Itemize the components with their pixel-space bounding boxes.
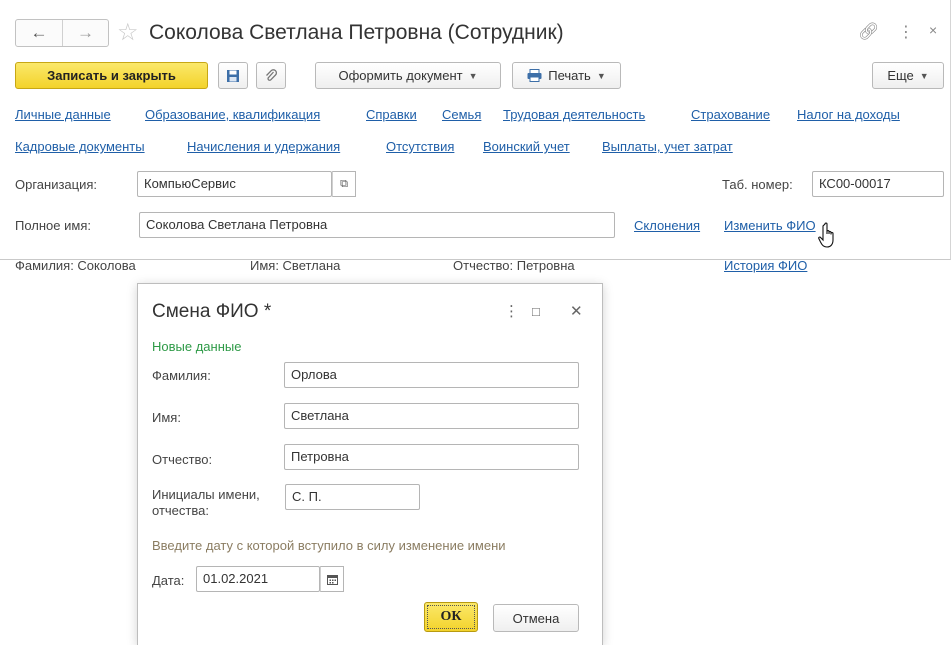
favorite-star-icon[interactable]: ☆ xyxy=(117,19,139,47)
create-document-button[interactable]: Оформить документ ▼ xyxy=(315,62,501,89)
back-arrow-icon[interactable]: ← xyxy=(16,20,62,46)
link-personal-data[interactable]: Личные данные xyxy=(15,107,111,122)
save-button[interactable] xyxy=(218,62,248,89)
date-field[interactable]: 01.02.2021 xyxy=(196,566,320,592)
change-fio-link[interactable]: Изменить ФИО xyxy=(724,218,816,233)
patronymic-label: Отчество: xyxy=(152,452,213,467)
surname-text: Фамилия: Соколова xyxy=(15,258,136,273)
save-icon xyxy=(227,69,239,82)
link-income-tax[interactable]: Налог на доходы xyxy=(797,107,900,122)
printer-icon xyxy=(527,69,542,82)
initials-label-line1: Инициалы имени, xyxy=(152,487,260,502)
link-work-activity[interactable]: Трудовая деятельность xyxy=(503,107,645,122)
print-button[interactable]: Печать ▼ xyxy=(512,62,621,89)
change-fio-dialog: Смена ФИО * ⋮ □ ✕ Новые данные Фамилия: … xyxy=(137,283,603,645)
initials-label-line2: отчества: xyxy=(152,503,209,518)
print-label: Печать xyxy=(548,68,591,83)
surname-field[interactable]: Орлова xyxy=(284,362,579,388)
calendar-button[interactable] xyxy=(320,566,344,592)
more-label: Еще xyxy=(887,68,914,83)
more-vertical-icon[interactable]: ⋮ xyxy=(898,22,914,42)
open-icon[interactable]: ⧉ xyxy=(332,171,356,197)
link-education[interactable]: Образование, квалификация xyxy=(145,107,320,122)
organization-field[interactable]: КомпьюСервис xyxy=(137,171,332,197)
attach-button[interactable] xyxy=(256,62,286,89)
close-icon[interactable]: ✕ xyxy=(570,302,583,320)
dialog-title: Смена ФИО * xyxy=(152,301,272,322)
date-label: Дата: xyxy=(152,573,185,588)
cancel-button[interactable]: Отмена xyxy=(493,604,579,632)
link-icon[interactable]: 🔗︎ xyxy=(858,22,880,42)
patronymic-field[interactable]: Петровна xyxy=(284,444,579,470)
chevron-down-icon: ▼ xyxy=(919,70,929,81)
link-military[interactable]: Воинский учет xyxy=(483,139,570,154)
patronymic-text: Отчество: Петровна xyxy=(453,258,575,273)
forward-arrow-icon[interactable]: → xyxy=(62,20,108,46)
link-insurance[interactable]: Страхование xyxy=(691,107,770,122)
link-absences[interactable]: Отсутствия xyxy=(386,139,454,154)
tab-number-field[interactable]: КС00-00017 xyxy=(812,171,944,197)
link-accruals[interactable]: Начисления и удержания xyxy=(187,139,340,154)
surname-label: Фамилия: xyxy=(152,368,211,383)
navigation-buttons: ← → xyxy=(15,19,109,47)
section-new-data: Новые данные xyxy=(152,339,242,354)
create-document-label: Оформить документ xyxy=(338,68,463,83)
name-label: Имя: xyxy=(152,410,181,425)
initials-field[interactable]: С. П. xyxy=(285,484,420,510)
link-hr-documents[interactable]: Кадровые документы xyxy=(15,139,145,154)
full-name-field[interactable]: Соколова Светлана Петровна xyxy=(139,212,615,238)
chevron-down-icon: ▼ xyxy=(596,70,606,81)
window-title: Соколова Светлана Петровна (Сотрудник) xyxy=(149,21,564,44)
link-certificates[interactable]: Справки xyxy=(366,107,417,122)
hand-cursor-icon xyxy=(818,222,834,248)
calendar-icon xyxy=(326,574,338,585)
full-name-label: Полное имя: xyxy=(15,218,91,233)
employee-window: ← → ☆ Соколова Светлана Петровна (Сотруд… xyxy=(0,0,951,273)
name-field[interactable]: Светлана xyxy=(284,403,579,429)
more-button[interactable]: Еще ▼ xyxy=(872,62,944,89)
organization-label: Организация: xyxy=(15,177,98,192)
tab-number-label: Таб. номер: xyxy=(722,177,793,192)
declensions-link[interactable]: Склонения xyxy=(634,218,700,233)
save-and-close-button[interactable]: Записать и закрыть xyxy=(15,62,208,89)
close-icon[interactable]: × xyxy=(929,22,937,38)
history-fio-link[interactable]: История ФИО xyxy=(724,258,807,273)
date-hint: Введите дату с которой вступило в силу и… xyxy=(152,538,506,553)
chevron-down-icon: ▼ xyxy=(468,70,478,81)
more-vertical-icon[interactable]: ⋮ xyxy=(504,302,519,320)
link-payments[interactable]: Выплаты, учет затрат xyxy=(602,139,733,154)
name-text: Имя: Светлана xyxy=(250,258,341,273)
maximize-icon[interactable]: □ xyxy=(532,304,540,319)
paperclip-icon xyxy=(266,68,278,81)
ok-button[interactable]: ОК xyxy=(424,602,478,632)
link-family[interactable]: Семья xyxy=(442,107,481,122)
